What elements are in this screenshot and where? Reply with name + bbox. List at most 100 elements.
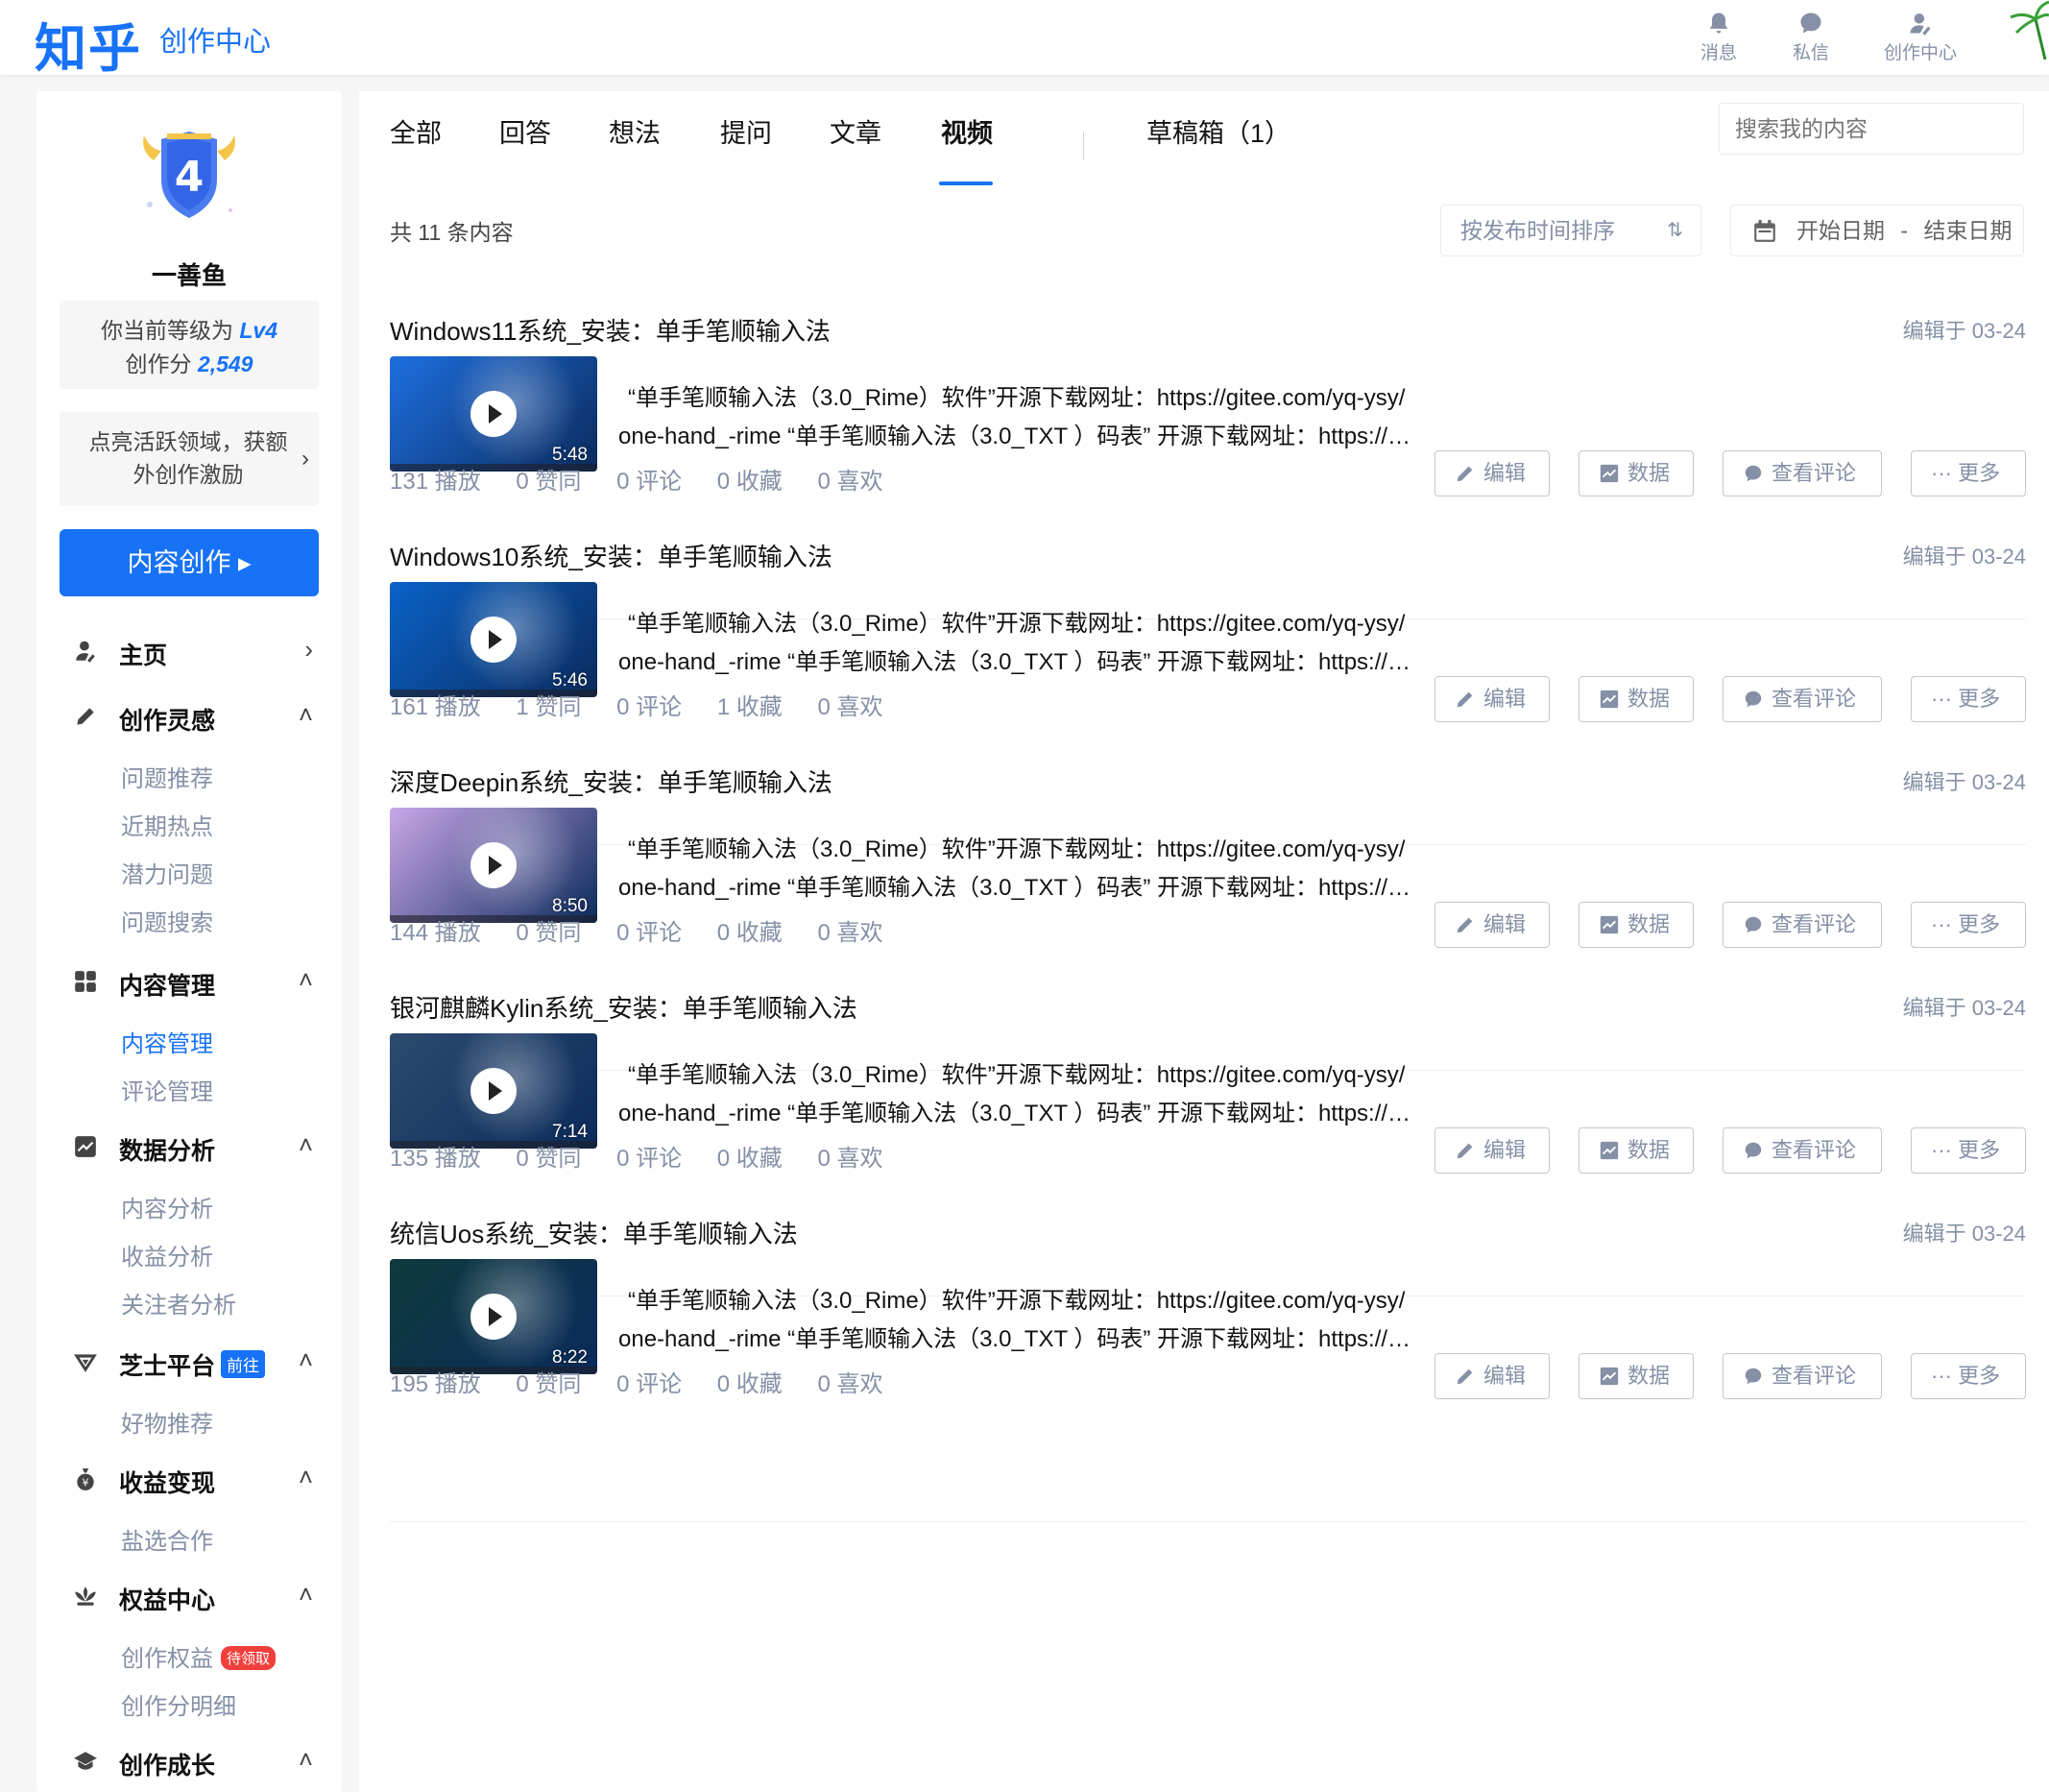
nav-analytics[interactable]: 数据分析 ˄ [36,1125,342,1171]
video-thumbnail[interactable]: 5:48 [390,356,597,472]
video-thumbnail[interactable]: 5:46 [390,582,597,697]
play-icon[interactable] [470,842,517,888]
chevron-up-icon: ˄ [298,965,313,994]
nav-item-creator-rights-label: 创作权益 [121,1646,213,1672]
more-button[interactable]: ··· 更多 [1911,1353,2026,1399]
view-comments-button[interactable]: 查看评论 [1723,450,1882,496]
nav-item-recent-hot[interactable]: 近期热点 [121,808,213,841]
edit-button[interactable]: 编辑 [1434,902,1550,948]
edit-button[interactable]: 编辑 [1434,450,1550,496]
nav-item-good-products[interactable]: 好物推荐 [121,1405,213,1439]
video-title[interactable]: 深度Deepin系统_安装：单手笔顺输入法 [390,763,832,799]
more-button[interactable]: ··· 更多 [1911,1127,2026,1174]
level-prefix: 你当前等级为 [100,318,233,343]
data-button[interactable]: 数据 [1579,1127,1694,1174]
nav-item-content-management[interactable]: 内容管理 [121,1025,213,1058]
video-title[interactable]: 银河麒麟Kylin系统_安装：单手笔顺输入法 [390,989,857,1025]
nav-item-content-analytics[interactable]: 内容分析 [121,1190,213,1223]
nav-item-revenue-analytics[interactable]: 收益分析 [121,1238,213,1271]
play-icon[interactable] [470,617,517,663]
create-content-button[interactable]: 内容创作 ▸ [60,529,319,596]
video-description[interactable]: “单手笔顺输入法（3.0_Rime）软件”开源下载网址：https://gite… [618,831,1463,908]
more-button-label: ··· 更多 [1931,1364,2001,1388]
nav-inspiration-label: 创作灵感 [119,708,216,735]
go-badge[interactable]: 前往 [221,1350,266,1378]
nav-growth[interactable]: 创作成长 ˄ [36,1739,342,1785]
nav-item-yanxuan[interactable]: 盐选合作 [121,1522,213,1556]
creator-center-button[interactable]: 创作中心 [1874,10,1966,64]
tab-articles[interactable]: 文章 [830,112,881,150]
view-comments-label: 查看评论 [1772,1364,1857,1388]
edited-date: 编辑于 03-24 [1902,770,2026,794]
data-button[interactable]: 数据 [1579,902,1694,948]
chart-icon [1600,915,1619,934]
incentive-banner[interactable]: 点亮活跃领域，获额外创作激励 › [60,412,319,506]
nav-item-potential[interactable]: 潜力问题 [121,856,213,889]
tab-all[interactable]: 全部 [390,112,442,150]
pencil-icon [1457,1368,1473,1385]
nav-item-comment-management[interactable]: 评论管理 [121,1073,213,1106]
play-icon[interactable] [470,391,517,437]
more-button[interactable]: ··· 更多 [1911,450,2026,496]
date-range-picker[interactable]: 开始日期 - 结束日期 [1730,205,2024,256]
tab-thoughts[interactable]: 想法 [609,112,661,150]
nav-item-creator-rights[interactable]: 创作权益 待领取 [121,1639,277,1673]
nav-rights-center[interactable]: 权益中心 ˄ [36,1574,342,1620]
level-badge: 4 [36,122,342,228]
level-info[interactable]: 你当前等级为 Lv4 创作分 2,549 [60,301,319,389]
video-description[interactable]: “单手笔顺输入法（3.0_Rime）软件”开源下载网址：https://gite… [618,379,1463,456]
item-actions: 编辑 数据 查看评论 ··· 更多 [1434,1353,2026,1399]
nav-zhishi-platform[interactable]: 芝士平台 前往 ˄ [36,1340,342,1386]
creator-icon [1910,13,1931,36]
edit-button[interactable]: 编辑 [1434,1353,1550,1399]
comment-count: 0 评论 [616,920,683,946]
nav-inspiration[interactable]: 创作灵感 ˄ [36,694,342,740]
more-button[interactable]: ··· 更多 [1911,902,2026,948]
user-name[interactable]: 一善鱼 [36,256,342,292]
nav-item-score-detail[interactable]: 创作分明细 [121,1687,236,1721]
sort-select[interactable]: 按发布时间排序 ⇅ [1440,205,1701,256]
nav-item-question-recommend[interactable]: 问题推荐 [121,760,213,793]
view-comments-button[interactable]: 查看评论 [1723,1127,1882,1174]
play-count: 161 播放 [390,694,481,720]
more-button[interactable]: ··· 更多 [1911,676,2026,722]
play-icon[interactable] [470,1068,517,1114]
tab-questions[interactable]: 提问 [720,112,772,150]
nav-item-follower-analytics[interactable]: 关注者分析 [121,1286,236,1320]
data-button[interactable]: 数据 [1579,1353,1694,1399]
item-actions: 编辑 数据 查看评论 ··· 更多 [1434,450,2026,496]
data-button-label: 数据 [1627,912,1671,936]
video-title[interactable]: Windows10系统_安装：单手笔顺输入法 [390,538,832,573]
view-comments-button[interactable]: 查看评论 [1723,902,1882,948]
nav-item-question-search[interactable]: 问题搜索 [121,904,213,937]
tab-videos[interactable]: 视频 [941,112,993,150]
video-title[interactable]: 统信Uos系统_安装：单手笔顺输入法 [390,1215,798,1250]
video-thumbnail[interactable]: 8:50 [390,808,597,923]
messages-button[interactable]: 消息 [1690,10,1748,64]
favorite-count: 0 收藏 [716,469,783,495]
edit-button[interactable]: 编辑 [1434,1127,1550,1174]
nav-rights-label: 权益中心 [119,1587,216,1614]
edit-button[interactable]: 编辑 [1434,676,1550,722]
search-input[interactable] [1719,103,2024,155]
site-subtitle[interactable]: 创作中心 [159,19,271,60]
favorite-count: 0 收藏 [716,920,783,946]
video-thumbnail[interactable]: 8:22 [390,1259,597,1374]
tab-drafts[interactable]: 草稿箱（1） [1146,112,1290,150]
view-comments-button[interactable]: 查看评论 [1723,1353,1882,1399]
play-icon[interactable] [470,1294,517,1340]
view-comments-button[interactable]: 查看评论 [1723,676,1882,722]
nav-content-management[interactable]: 内容管理 ˄ [36,959,342,1005]
video-thumbnail[interactable]: 7:14 [390,1033,597,1149]
nav-monetize[interactable]: ¥ 收益变现 ˄ [36,1457,342,1503]
private-messages-button[interactable]: 私信 [1782,10,1840,64]
data-button[interactable]: 数据 [1579,676,1694,722]
video-description[interactable]: “单手笔顺输入法（3.0_Rime）软件”开源下载网址：https://gite… [618,605,1463,682]
video-title[interactable]: Windows11系统_安装：单手笔顺输入法 [390,312,831,348]
data-button[interactable]: 数据 [1579,450,1694,496]
zhihu-logo[interactable]: 知乎 [35,6,142,82]
video-description[interactable]: “单手笔顺输入法（3.0_Rime）软件”开源下载网址：https://gite… [618,1056,1463,1133]
tab-answers[interactable]: 回答 [499,112,551,150]
video-description[interactable]: “单手笔顺输入法（3.0_Rime）软件”开源下载网址：https://gite… [618,1282,1463,1359]
nav-home[interactable]: 主页 › [36,629,342,675]
